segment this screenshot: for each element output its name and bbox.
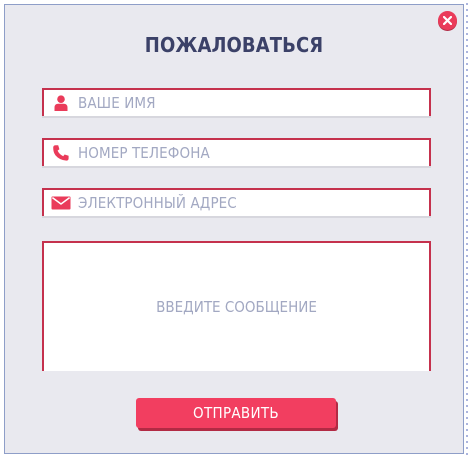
submit-button[interactable]: ОТПРАВИТЬ: [136, 398, 336, 428]
dotted-border-decoration: [464, 0, 470, 459]
email-field[interactable]: ЭЛЕКТРОННЫЙ АДРЕС: [42, 188, 431, 216]
name-placeholder: ВАШЕ ИМЯ: [78, 94, 156, 112]
user-icon: [44, 90, 78, 116]
envelope-icon: [44, 190, 78, 216]
phone-field[interactable]: НОМЕР ТЕЛЕФОНА: [42, 138, 431, 166]
message-textarea[interactable]: ВВЕДИТЕ СООБЩЕНИЕ: [42, 241, 431, 371]
message-placeholder: ВВЕДИТЕ СООБЩЕНИЕ: [156, 298, 317, 316]
page: ПОЖАЛОВАТЬСЯ ВАШЕ ИМЯ НОМЕР ТЕЛЕФОНА ЭЛЕ…: [0, 0, 470, 459]
complaint-dialog: ПОЖАЛОВАТЬСЯ ВАШЕ ИМЯ НОМЕР ТЕЛЕФОНА ЭЛЕ…: [4, 4, 464, 454]
name-field[interactable]: ВАШЕ ИМЯ: [42, 88, 431, 116]
close-icon: [443, 16, 452, 25]
phone-placeholder: НОМЕР ТЕЛЕФОНА: [78, 144, 210, 162]
email-placeholder: ЭЛЕКТРОННЫЙ АДРЕС: [78, 194, 237, 212]
close-button[interactable]: [438, 11, 457, 30]
phone-icon: [44, 140, 78, 166]
dialog-title: ПОЖАЛОВАТЬСЯ: [144, 33, 324, 57]
